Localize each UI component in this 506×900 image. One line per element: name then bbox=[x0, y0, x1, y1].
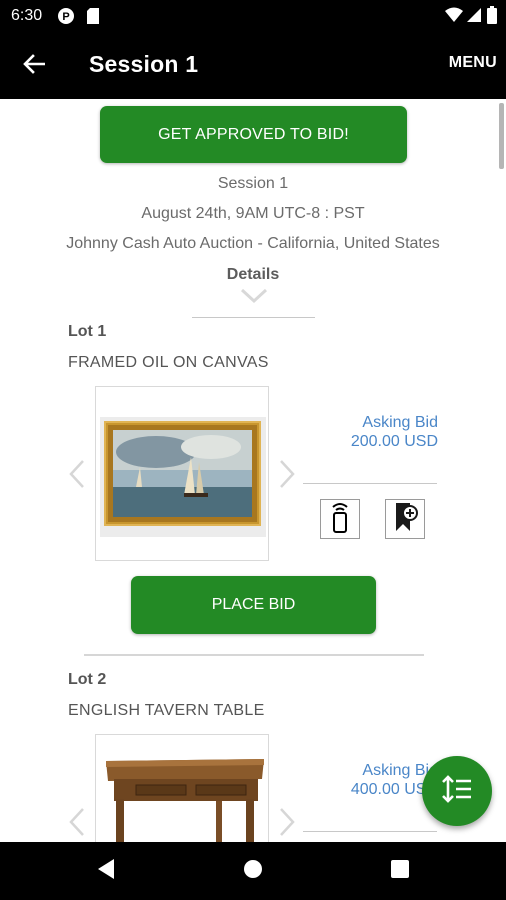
system-nav-bar bbox=[0, 842, 506, 900]
place-bid-button[interactable]: PLACE BID bbox=[131, 576, 376, 634]
chevron-left-icon[interactable] bbox=[68, 459, 86, 494]
lot-title[interactable]: FRAMED OIL ON CANVAS bbox=[68, 354, 269, 372]
remote-icon bbox=[328, 501, 352, 538]
circle-home-icon bbox=[243, 859, 263, 884]
sd-card-icon bbox=[86, 7, 100, 30]
app-bar: Session 1 MENU bbox=[0, 32, 506, 99]
asking-bid-value: 200.00 USD bbox=[350, 433, 438, 450]
session-date: August 24th, 9AM UTC-8 : PST bbox=[141, 205, 365, 222]
get-approved-button[interactable]: GET APPROVED TO BID! bbox=[100, 106, 407, 163]
lot-title[interactable]: ENGLISH TAVERN TABLE bbox=[68, 702, 265, 720]
arrow-back-icon bbox=[23, 53, 46, 79]
page-title: Session 1 bbox=[89, 51, 199, 77]
signal-icon bbox=[466, 7, 482, 28]
lot-number: Lot 1 bbox=[68, 323, 107, 340]
lot-number: Lot 2 bbox=[68, 671, 107, 688]
divider bbox=[84, 654, 424, 656]
session-location: Johnny Cash Auto Auction - California, U… bbox=[66, 235, 440, 252]
bookmark-add-icon bbox=[391, 501, 419, 538]
sort-fab-button[interactable] bbox=[422, 756, 492, 826]
chevron-left-icon[interactable] bbox=[68, 807, 86, 842]
nav-back-button[interactable] bbox=[93, 858, 119, 884]
add-to-watchlist-button[interactable] bbox=[385, 499, 425, 539]
chevron-right-icon[interactable] bbox=[278, 807, 296, 842]
session-content[interactable]: GET APPROVED TO BID! Session 1 August 24… bbox=[0, 99, 506, 842]
chevron-right-icon[interactable] bbox=[278, 459, 296, 494]
remote-bid-button[interactable] bbox=[320, 499, 360, 539]
square-recents-icon bbox=[390, 859, 410, 884]
lot-image-painting[interactable] bbox=[95, 386, 269, 561]
notification-p-icon: P bbox=[57, 7, 75, 30]
status-time: 6:30 bbox=[11, 7, 43, 24]
divider bbox=[303, 831, 437, 832]
nav-recents-button[interactable] bbox=[387, 858, 413, 884]
lot-image-table[interactable] bbox=[95, 734, 269, 842]
chevron-down-icon[interactable] bbox=[240, 288, 268, 309]
wifi-icon bbox=[445, 7, 463, 28]
menu-button[interactable]: MENU bbox=[449, 54, 497, 72]
nav-home-button[interactable] bbox=[240, 858, 266, 884]
scrollbar[interactable] bbox=[499, 103, 504, 169]
triangle-back-icon bbox=[96, 858, 116, 885]
status-bar: 6:30 P bbox=[0, 0, 506, 32]
divider bbox=[192, 317, 315, 318]
asking-bid-label: Asking Bid bbox=[362, 414, 438, 431]
svg-text:P: P bbox=[62, 11, 69, 23]
divider bbox=[303, 483, 437, 484]
session-name: Session 1 bbox=[217, 175, 289, 192]
details-toggle[interactable]: Details bbox=[0, 266, 506, 284]
battery-icon bbox=[487, 6, 497, 29]
back-button[interactable] bbox=[16, 48, 52, 84]
sort-list-icon bbox=[441, 774, 473, 808]
